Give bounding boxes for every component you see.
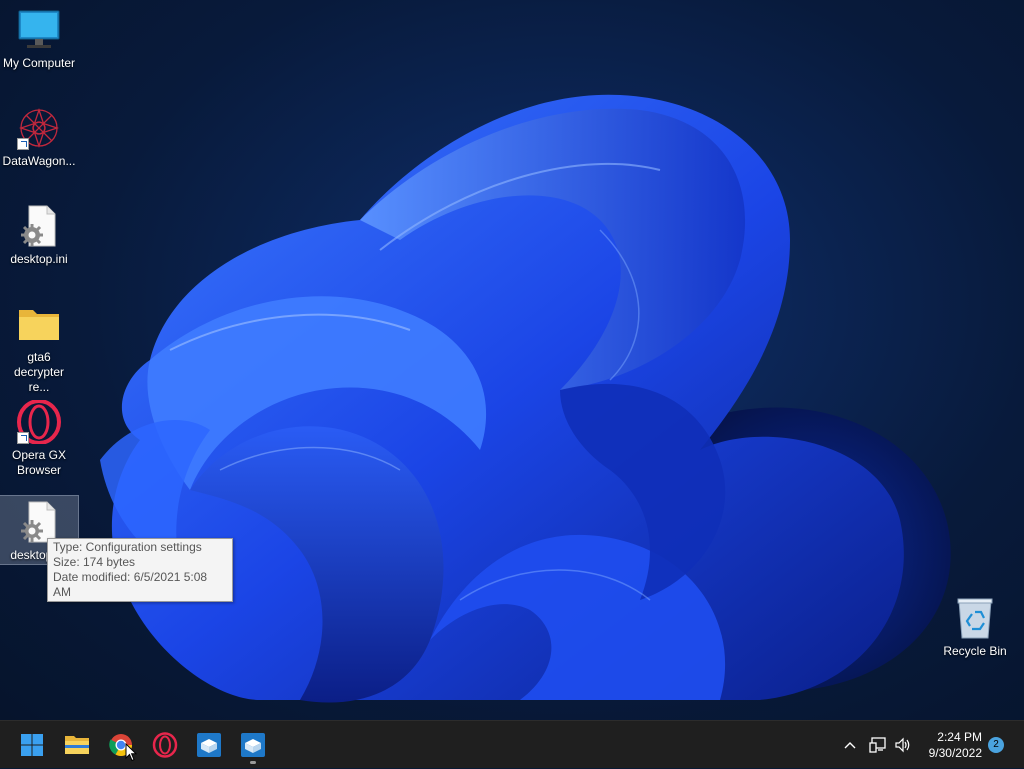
monitor-icon <box>15 8 63 52</box>
start-button[interactable] <box>12 725 52 765</box>
desktop-icon-label: Recycle Bin <box>943 644 1007 658</box>
folder-icon <box>65 736 89 754</box>
clock: 2:24 PM 9/30/2022 <box>929 729 982 761</box>
desktop-icon-gta6-folder[interactable]: gta6 decrypter re... <box>0 302 78 395</box>
opera-gx-button[interactable] <box>145 725 185 765</box>
running-indicator <box>250 761 256 764</box>
desktop-icon-my-computer[interactable]: My Computer <box>0 8 78 71</box>
notification-count-badge: 2 <box>988 737 1004 753</box>
speaker-icon <box>895 737 910 753</box>
desktop-icon-label: gta6 decrypter re... <box>13 350 65 394</box>
tooltip-date-modified: Date modified: 6/5/2021 5:08 AM <box>53 570 208 599</box>
tooltip-size: Size: 174 bytes <box>53 555 136 569</box>
shortcut-arrow-icon <box>17 432 29 444</box>
show-hidden-icons-button[interactable] <box>838 721 862 769</box>
file-info-tooltip: Type: Configuration settings Size: 174 b… <box>47 538 233 602</box>
desktop-icon-label: DataWagon... <box>2 154 76 168</box>
desktop-icon-datawagon[interactable]: DataWagon... <box>0 106 78 169</box>
desktop-icon-label: My Computer <box>2 56 76 70</box>
taskbar: 2:24 PM 9/30/2022 2 <box>0 720 1024 768</box>
windows-logo-icon <box>21 734 43 756</box>
file-explorer-button[interactable] <box>57 725 97 765</box>
desktop-icon-opera-gx[interactable]: Opera GX Browser <box>0 399 78 478</box>
recycle-bin-icon <box>951 596 999 640</box>
folder-icon <box>15 302 63 346</box>
notification-center-button[interactable]: 2 <box>986 721 1006 769</box>
box-app-icon <box>197 733 221 757</box>
network-icon <box>869 737 886 753</box>
opera-icon <box>152 732 178 758</box>
opera-gx-icon <box>15 399 63 445</box>
box-app-icon <box>241 733 265 757</box>
mouse-cursor-icon <box>125 743 137 762</box>
tooltip-type: Type: Configuration settings <box>53 540 202 554</box>
clock-button[interactable]: 2:24 PM 9/30/2022 <box>918 721 982 769</box>
settings-file-icon <box>15 204 63 248</box>
desktop-icon-label: desktop.ini <box>10 252 68 266</box>
datawagon-icon <box>15 106 63 150</box>
bloom-wallpaper-art <box>100 94 951 703</box>
desktop-icon-label: Opera GX Browser <box>11 448 67 477</box>
network-button[interactable] <box>866 721 890 769</box>
clock-time: 2:24 PM <box>937 730 982 744</box>
desktop-wallpaper <box>0 0 1024 720</box>
desktop-icon-recycle-bin[interactable]: Recycle Bin <box>936 596 1014 659</box>
shortcut-arrow-icon <box>17 138 29 150</box>
clock-date: 9/30/2022 <box>928 746 982 760</box>
app-box-button-2[interactable] <box>233 725 273 765</box>
volume-button[interactable] <box>891 721 915 769</box>
desktop-icon-desktop-ini[interactable]: desktop.ini <box>0 204 78 267</box>
app-box-button-1[interactable] <box>189 725 229 765</box>
chevron-up-icon <box>844 742 856 749</box>
